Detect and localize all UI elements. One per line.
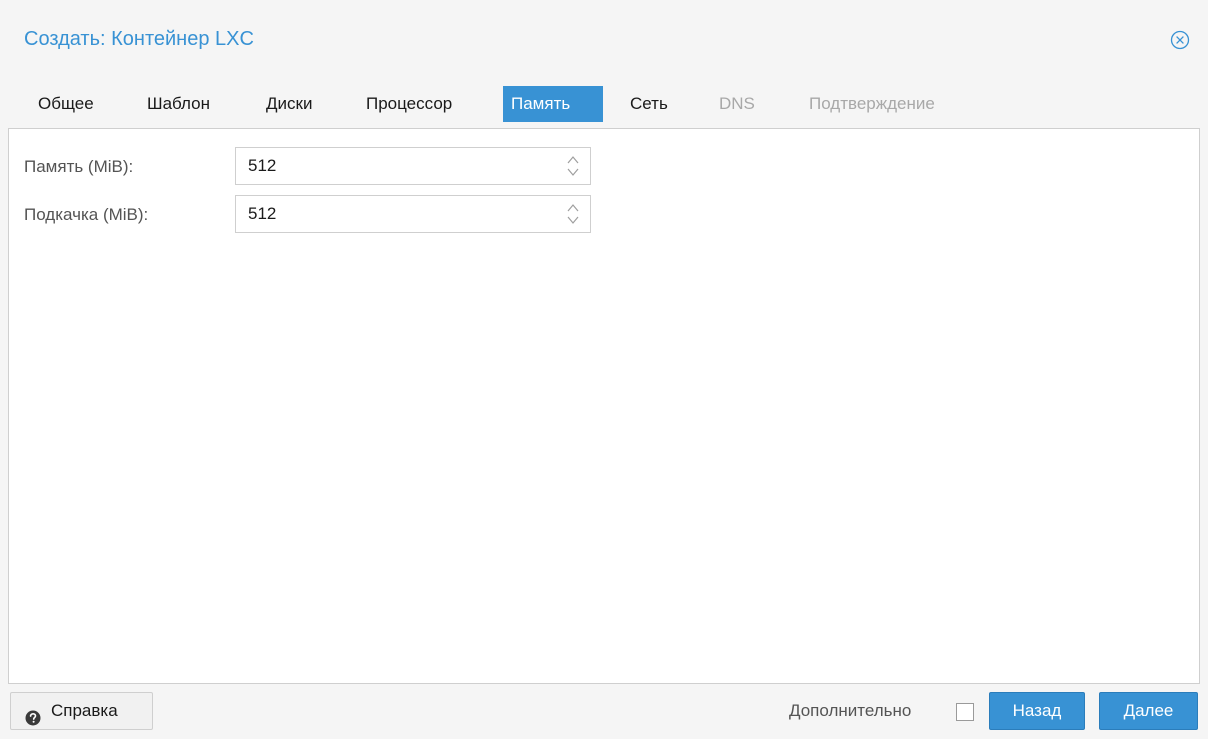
close-icon[interactable]	[1170, 30, 1190, 50]
memory-input[interactable]	[236, 148, 556, 184]
tab-template[interactable]: Шаблон	[139, 86, 218, 122]
memory-row: Память (MiB):	[9, 147, 609, 187]
advanced-checkbox[interactable]	[956, 703, 974, 721]
memory-label: Память (MiB):	[24, 157, 134, 176]
swap-spinner-icon[interactable]	[564, 201, 582, 227]
next-button[interactable]: Далее	[1099, 692, 1198, 730]
memory-spinner-icon[interactable]	[564, 153, 582, 179]
tab-general[interactable]: Общее	[30, 86, 102, 122]
tab-dns: DNS	[719, 94, 755, 113]
wizard-tabs: Общее Шаблон Диски Процессор Память Сеть…	[8, 78, 1200, 128]
form-panel: Память (MiB): Подкачка (MiB):	[8, 128, 1200, 684]
tab-disks[interactable]: Диски	[258, 86, 320, 122]
tab-network[interactable]: Сеть	[622, 86, 676, 122]
tab-memory[interactable]: Память	[503, 86, 603, 122]
create-lxc-dialog: Создать: Контейнер LXC Общее Шаблон Диск…	[8, 8, 1200, 736]
dialog-title: Создать: Контейнер LXC	[24, 28, 254, 50]
back-button[interactable]: Назад	[989, 692, 1085, 730]
dialog-footer: Справка Дополнительно Назад Далее	[8, 684, 1200, 736]
dialog-header: Создать: Контейнер LXC	[8, 8, 1200, 72]
swap-field	[235, 195, 591, 233]
tab-cpu[interactable]: Процессор	[358, 86, 460, 122]
memory-field	[235, 147, 591, 185]
help-button[interactable]: Справка	[10, 692, 153, 730]
swap-label: Подкачка (MiB):	[24, 205, 149, 224]
advanced-label: Дополнительно	[789, 701, 912, 720]
swap-row: Подкачка (MiB):	[9, 195, 609, 235]
help-button-label: Справка	[51, 701, 118, 720]
question-circle-icon	[25, 703, 41, 726]
tab-confirm: Подтверждение	[809, 94, 935, 113]
swap-input[interactable]	[236, 196, 556, 232]
